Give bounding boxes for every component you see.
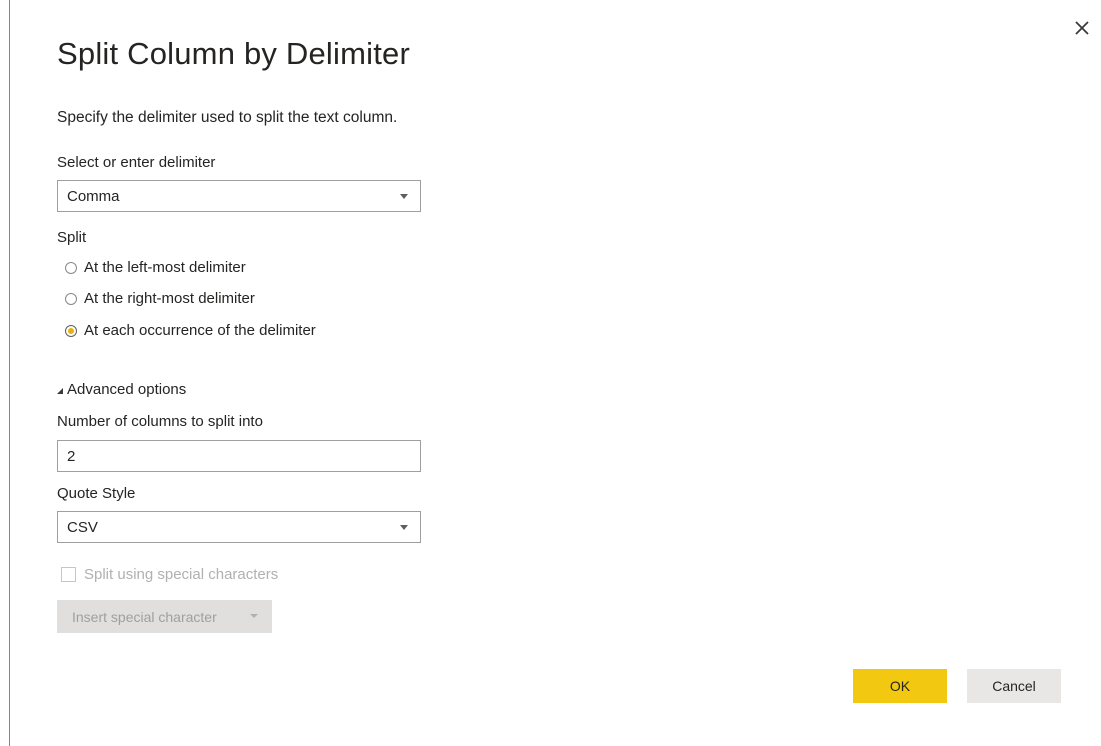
chevron-down-icon <box>250 614 258 618</box>
columns-input[interactable]: 2 <box>57 440 421 472</box>
special-characters-label: Split using special characters <box>84 566 279 583</box>
split-label: Split <box>57 229 87 246</box>
radio-button-icon <box>65 292 77 305</box>
quote-style-value: CSV <box>67 518 98 536</box>
radio-button-selected-icon <box>65 324 77 337</box>
close-button[interactable] <box>1068 14 1096 42</box>
special-characters-checkbox-row[interactable]: Split using special characters <box>61 566 278 583</box>
chevron-down-icon <box>400 525 408 530</box>
window-edge <box>9 0 10 746</box>
delimiter-label: Select or enter delimiter <box>57 154 216 171</box>
triangle-expanded-icon <box>57 387 63 394</box>
dialog-title: Split Column by Delimiter <box>57 36 410 71</box>
columns-value: 2 <box>67 447 76 465</box>
chevron-down-icon <box>400 194 408 199</box>
columns-label: Number of columns to split into <box>57 413 263 430</box>
cancel-button[interactable]: Cancel <box>967 669 1061 703</box>
radio-button-icon <box>65 261 77 274</box>
quote-style-dropdown[interactable]: CSV <box>57 511 421 543</box>
radio-right-most[interactable]: At the right-most delimiter <box>65 290 255 307</box>
close-icon <box>1075 21 1089 35</box>
radio-label-right-most: At the right-most delimiter <box>84 290 255 307</box>
dialog-description: Specify the delimiter used to split the … <box>57 109 398 126</box>
advanced-options-label: Advanced options <box>67 381 187 398</box>
quote-style-label: Quote Style <box>57 485 136 502</box>
radio-label-left-most: At the left-most delimiter <box>84 259 246 276</box>
ok-button[interactable]: OK <box>853 669 947 703</box>
radio-each-occurrence[interactable]: At each occurrence of the delimiter <box>65 322 316 339</box>
delimiter-dropdown[interactable]: Comma <box>57 180 421 212</box>
radio-left-most[interactable]: At the left-most delimiter <box>65 259 246 276</box>
radio-label-each-occurrence: At each occurrence of the delimiter <box>84 322 316 339</box>
checkbox-icon <box>61 567 76 582</box>
insert-special-character-label: Insert special character <box>72 608 217 625</box>
advanced-options-toggle[interactable]: Advanced options <box>57 381 186 398</box>
insert-special-character-button[interactable]: Insert special character <box>57 600 272 633</box>
delimiter-value: Comma <box>67 187 120 205</box>
